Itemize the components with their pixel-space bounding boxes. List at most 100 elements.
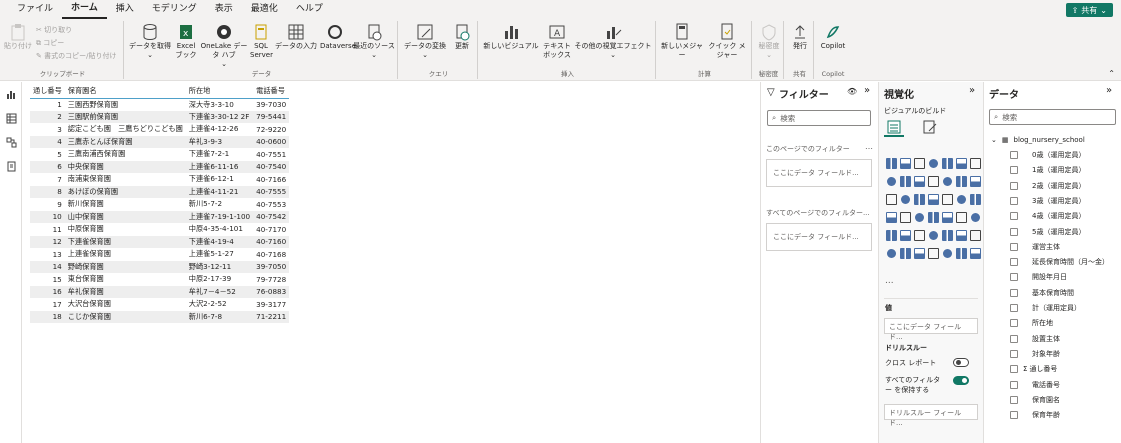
matrix-icon[interactable] [968,208,982,226]
treemap-icon[interactable] [926,190,940,208]
field-item[interactable]: 計（運用定員） [1010,303,1081,313]
field-item[interactable]: 2歳（運用定員） [1010,181,1085,191]
azure-map-icon[interactable] [968,190,982,208]
menu-view[interactable]: 表示 [206,0,242,19]
table-view-icon[interactable] [5,112,17,124]
kpi-icon[interactable] [926,208,940,226]
field-item[interactable]: 0歳（運用定員） [1010,150,1085,160]
more-visuals-ellipsis[interactable]: ... [885,276,894,286]
header-name[interactable]: 保育園名 [64,84,186,99]
100-bar-icon[interactable] [940,154,954,172]
new-visual-button[interactable]: 新しいビジュアル [482,23,540,51]
field-checkbox[interactable] [1010,395,1018,404]
table-row[interactable]: 14 野崎保育園 野崎3-12-11 39-7050 [30,260,290,273]
nursery-table[interactable]: 通し番号 保育園名 所在地 電話番号 1 三園西野保育園 深大寺3-3-10 39-7… [30,84,290,323]
field-checkbox[interactable] [1010,196,1018,205]
stacked-area-icon[interactable] [898,172,912,190]
table-row[interactable]: 9 新川保育園 新川5-7-2 40-7553 [30,198,290,211]
menu-home[interactable]: ホーム [62,0,107,19]
table-row[interactable]: 10 山中保育園 上連雀7-19-1-100 40-7542 [30,210,290,223]
all-pages-filters-dropzone[interactable]: ここにデータ フィールド... [766,223,872,251]
collapse-ribbon-icon[interactable]: ⌃ [1108,69,1115,78]
table-row[interactable]: 13 上連雀保育園 上連雀5-1-27 40-7168 [30,248,290,261]
drillthrough-dropzone[interactable]: ドリルスルー フィールド... [884,404,978,427]
new-measure-button[interactable]: 新しいメジャー [660,23,704,60]
excel-button[interactable]: x Excel ブック [174,23,198,60]
cut-button[interactable]: ✂ 切り取り [36,25,72,35]
field-item[interactable]: 1歳（運用定員） [1010,165,1085,175]
field-checkbox[interactable] [1010,181,1018,190]
dax-query-icon[interactable] [5,160,17,172]
trophy-icon[interactable] [884,244,898,262]
table-row[interactable]: 7 南浦東保育園 下連雀6-12-1 40-7166 [30,173,290,186]
report-canvas[interactable]: 通し番号 保育園名 所在地 電話番号 1 三園西野保育園 深大寺3-3-10 39-7… [22,82,760,443]
publish-button[interactable]: 発行 [788,23,812,51]
transform-data-button[interactable]: データの変換 ⌄ [404,23,446,60]
chevrons-icon[interactable] [968,244,982,262]
field-checkbox[interactable] [1010,166,1018,175]
build-visual-tab[interactable] [884,119,904,137]
table-row[interactable]: 5 三鷹南浦西保育園 下連雀7-2-1 40-7551 [30,148,290,161]
field-checkbox[interactable] [1010,365,1018,374]
funnel-icon[interactable] [968,172,982,190]
table-row[interactable]: 16 牟礼保育園 牟礼7－4－52 76-0883 [30,285,290,298]
textbox-button[interactable]: A テキスト ボックス [542,23,572,60]
paginated-icon[interactable] [968,226,982,244]
power-automate-icon[interactable] [912,244,926,262]
paste-button[interactable]: 貼り付け [4,23,32,51]
decomposition-tree-icon[interactable] [926,226,940,244]
stacked-bar-icon[interactable] [884,154,898,172]
menu-insert[interactable]: 挿入 [107,0,143,19]
field-checkbox[interactable] [1010,288,1018,297]
field-checkbox[interactable] [1010,304,1018,312]
donut-icon[interactable] [912,190,926,208]
collapse-filters-icon[interactable]: » [864,85,870,96]
clustered-bar-icon[interactable] [912,154,926,172]
power-apps-icon[interactable] [898,244,912,262]
card-icon[interactable] [898,208,912,226]
table-row[interactable]: 4 三鷹赤とんぼ保育園 牟礼3-9-3 40-0600 [30,135,290,148]
map-icon[interactable] [940,190,954,208]
table-row[interactable]: 6 中央保育園 上連雀6-11-16 40-7540 [30,160,290,173]
get-data-button[interactable]: データを取得 ⌄ [128,23,172,60]
header-phone[interactable]: 電話番号 [253,84,290,99]
copy-button[interactable]: ⧉ コピー [36,38,64,48]
field-item[interactable]: 延長保育時間（月～金） [1010,257,1109,267]
line-clustered-icon[interactable] [926,172,940,190]
field-checkbox[interactable] [1010,380,1018,389]
pie-icon[interactable] [898,190,912,208]
field-checkbox[interactable] [1010,334,1018,343]
table-row[interactable]: 17 大沢台保育園 大沢2-2-52 39-3177 [30,298,290,311]
report-view-icon[interactable] [5,88,17,100]
scatter-icon[interactable] [884,190,898,208]
enter-data-button[interactable]: データの入力 [274,23,318,51]
table-row[interactable]: 15 東台保育園 中原2-17-39 79-7728 [30,273,290,286]
model-view-icon[interactable] [5,136,17,148]
waterfall-icon[interactable] [954,172,968,190]
arcgis-icon[interactable] [940,244,954,262]
field-checkbox[interactable] [1010,212,1018,221]
narrative-icon[interactable] [954,226,968,244]
cross-report-toggle[interactable] [953,358,969,367]
field-item[interactable]: 3歳（運用定員） [1010,196,1085,206]
recent-sources-button[interactable]: 最近のソース ⌄ [352,23,396,60]
field-item[interactable]: Σ 通し番号 [1010,364,1057,374]
eye-icon[interactable]: 👁 [847,87,857,96]
stacked-column-icon[interactable] [898,154,912,172]
table-row[interactable]: 8 あけぼの保育園 上連雀4-11-21 40-7555 [30,185,290,198]
copilot-button[interactable]: Copilot [818,23,848,51]
field-item[interactable]: 基本保育時間 [1010,288,1074,298]
table-row[interactable]: 3 認定こども園 三鷹ちどりこども園 上連雀4-12-26 72-9220 [30,123,290,136]
table-visual-icon[interactable] [954,208,968,226]
collapse-viz-icon[interactable]: » [969,85,975,96]
table-row[interactable]: 11 中原保育園 中原4-35-4-101 40-7170 [30,223,290,236]
format-painter-button[interactable]: ✎ 書式のコピー/貼り付け [36,51,116,61]
format-visual-tab[interactable] [923,120,937,136]
field-checkbox[interactable] [1010,151,1018,159]
100-column-icon[interactable] [954,154,968,172]
field-item[interactable]: 運営主体 [1010,242,1060,252]
collapse-data-icon[interactable]: » [1106,85,1112,96]
qa-icon[interactable] [940,226,954,244]
clustered-column-icon[interactable] [926,154,940,172]
field-checkbox[interactable] [1010,273,1018,282]
